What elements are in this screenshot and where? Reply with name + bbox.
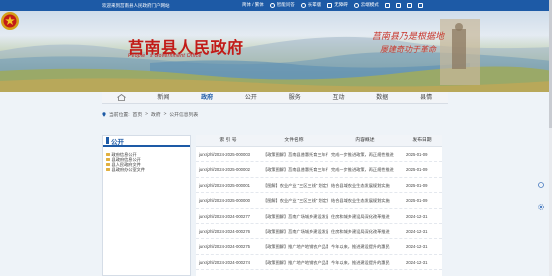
- header-banner: 莒南县人民政府 People ' s Government Office 莒南县…: [0, 11, 552, 92]
- national-emblem-icon: [1, 12, 19, 30]
- row-index-number: jurxrjzhl/2024-2025-000000: [199, 198, 250, 204]
- row-index-number: jurxrjzhl/2024-2024-000277: [199, 213, 250, 219]
- table-row[interactable]: jurxrjzhl/2024-2025-000000 【图解】农业产业 "三区三线…: [196, 193, 442, 209]
- top-links: 简体 / 繁体 智能问答 长辈版 无障碍 云端模式: [242, 2, 423, 8]
- nav-item-home[interactable]: [102, 92, 141, 103]
- elder-mode-link[interactable]: 长辈版: [300, 2, 321, 8]
- col-date: 发布日期: [412, 138, 432, 143]
- row-summary: 今年以来，推进建设提升的惠民: [331, 244, 390, 250]
- nav-item-news[interactable]: 新闻: [141, 92, 185, 103]
- col-title: 文件名称: [284, 138, 304, 143]
- share-icon[interactable]: [538, 182, 544, 188]
- smart-qa-link[interactable]: 智能问答: [269, 2, 295, 8]
- row-publish-date: 2025-01-09: [406, 152, 428, 157]
- row-summary: 结合县域农业生态发展规划实施: [331, 198, 390, 204]
- row-index-number: jurxrjzhl/2024-2025-000002: [199, 167, 250, 173]
- row-index-number: jurxrjzhl/2024-2024-000274: [199, 259, 250, 265]
- sidebar: 公开 政府信息公开 县政府信息公开 县人民政府文件 县政府办公室文件: [102, 135, 191, 276]
- row-summary: 住房和城乡建设局深化改革推进: [331, 213, 390, 219]
- site-subtitle: People ' s Government Office: [128, 53, 202, 59]
- breadcrumb: 当前位置: 首页 > 政府 > 公开信息列表: [102, 111, 198, 118]
- row-document-title[interactable]: 【图解】农业产业 "三区三线" 划定规范: [260, 178, 328, 192]
- wechat-icon[interactable]: [406, 2, 412, 8]
- top-bar: 欢迎来到莒南县人民政府门户网站 简体 / 繁体 智能问答 长辈版 无障碍 云端模…: [0, 0, 552, 11]
- row-document-title[interactable]: 【政策图解】莒南广场城乡建设发展示范县创建: [260, 224, 328, 238]
- folder-icon: [106, 157, 110, 162]
- location-pin-icon: [102, 112, 106, 117]
- app-icon[interactable]: [417, 2, 423, 8]
- elder-icon: [300, 2, 306, 8]
- mobile-icon[interactable]: [395, 2, 401, 8]
- row-document-title[interactable]: 【政策图解】莒南县普惠托育三年行动计划: [260, 147, 328, 161]
- lang-switch-link[interactable]: 简体 / 繁体: [242, 2, 264, 8]
- row-index-number: jurxrjzhl/2024-2024-000275: [199, 244, 250, 250]
- table-header: 索 引 号 文件名称 内容概述 发布日期: [196, 135, 442, 147]
- row-summary: 住房和城乡建设局深化改革推进: [331, 228, 390, 234]
- sidebar-tree: 政府信息公开 县政府信息公开 县人民政府文件 县政府办公室文件: [103, 147, 190, 172]
- row-document-title[interactable]: 【政策图解】推广地产地销农产品惠民: [260, 239, 328, 253]
- welcome-text: 欢迎来到莒南县人民政府门户网站: [102, 3, 170, 8]
- breadcrumb-current: 公开信息列表: [169, 113, 199, 118]
- row-document-title[interactable]: 【政策图解】莒南县普惠托育三年行动计划: [260, 162, 328, 176]
- accessibility-icon: [327, 2, 333, 8]
- breadcrumb-label: 当前位置:: [109, 113, 130, 118]
- row-publish-date: 2024-12-31: [406, 228, 428, 234]
- col-summary: 内容概述: [355, 138, 375, 143]
- row-publish-date: 2025-01-09: [406, 167, 428, 173]
- nav-item-service[interactable]: 服务: [273, 92, 317, 103]
- table-row[interactable]: jurxrjzhl/2024-2025-000002 【政策图解】莒南县普惠托育三…: [196, 162, 442, 178]
- nav-item-public[interactable]: 公开: [229, 92, 273, 103]
- row-publish-date: 2024-12-31: [406, 244, 428, 250]
- title-bar-icon: [106, 137, 109, 144]
- table-row[interactable]: jurxrjzhl/2024-2025-000001 【图解】农业产业 "三区三线…: [196, 178, 442, 194]
- breadcrumb-government[interactable]: 政府: [151, 111, 161, 118]
- row-summary: 完成一步推进政策，再正规性推进: [331, 167, 394, 173]
- home-icon: [117, 94, 126, 101]
- row-summary: 结合县域农业生态发展规划实施: [331, 182, 390, 188]
- row-document-title[interactable]: 【图解】农业产业 "三区三线" 划定规范: [260, 193, 328, 207]
- breadcrumb-sep: >: [145, 112, 148, 117]
- accessibility-link[interactable]: 无障碍: [327, 2, 348, 8]
- row-publish-date: 2024-12-31: [406, 213, 428, 219]
- sidebar-title: 公开: [111, 138, 124, 146]
- row-publish-date: 2025-01-09: [406, 182, 428, 188]
- cloud-mode-link[interactable]: 云端模式: [353, 2, 379, 8]
- row-summary: 今年以来，推进建设提升的惠民: [331, 259, 390, 265]
- row-publish-date: 2025-01-09: [406, 198, 428, 204]
- row-index-number: jurxrjzhl/2024-2024-000276: [199, 228, 250, 234]
- folder-icon: [106, 167, 110, 172]
- nav-item-data[interactable]: 数据: [360, 92, 404, 103]
- table-row[interactable]: jurxrjzhl/2024-2024-000275 【政策图解】推广地产地销农产…: [196, 239, 442, 255]
- folder-icon: [106, 152, 110, 157]
- row-summary: 完成一步推进政策，再正规性推进: [331, 152, 394, 157]
- nav-item-government[interactable]: 政府: [185, 92, 229, 103]
- row-document-title[interactable]: 【政策图解】莒南广场城乡建设发展示范县创建: [260, 209, 328, 223]
- table-row[interactable]: jurxrjzhl/2024-2024-000277 【政策图解】莒南广场城乡建设…: [196, 209, 442, 224]
- chat-icon: [269, 2, 275, 8]
- breadcrumb-home[interactable]: 首页: [133, 111, 143, 118]
- table-row[interactable]: jurxrjzhl/2024-2024-000276 【政策图解】莒南广场城乡建设…: [196, 224, 442, 240]
- weibo-icon[interactable]: [384, 2, 390, 8]
- sidebar-header: 公开: [103, 136, 190, 147]
- nav-item-county-info[interactable]: 县情: [404, 92, 448, 103]
- sidebar-item-office-docs[interactable]: 县政府办公室文件: [106, 167, 190, 172]
- landscape-illustration: [0, 19, 552, 92]
- info-table: 索 引 号 文件名称 内容概述 发布日期 jurxrjzhl/2024-2025…: [196, 135, 442, 276]
- calligraphy-line-1: 莒南县乃是根据地: [372, 32, 445, 42]
- main-nav: 新闻 政府 公开 服务 互动 数据 县情: [102, 92, 448, 104]
- cloud-icon: [353, 2, 359, 8]
- row-index-number: jurxrjzhl/2024-2025-000001: [199, 182, 250, 188]
- table-body: jurxrjzhl/2024-2025-000003 【政策图解】莒南县普惠托育三…: [196, 147, 442, 271]
- row-index-number: jurxrjzhl/2024-2025-000003: [199, 152, 250, 157]
- table-row[interactable]: jurxrjzhl/2024-2025-000003 【政策图解】莒南县普惠托育三…: [196, 147, 442, 163]
- table-row[interactable]: jurxrjzhl/2024-2024-000274 【政策图解】推广地产地销农产…: [196, 255, 442, 271]
- settings-icon[interactable]: [538, 204, 544, 210]
- row-publish-date: 2024-12-31: [406, 259, 428, 265]
- folder-icon: [106, 162, 110, 167]
- row-document-title[interactable]: 【政策图解】推广地产地销农产品惠民: [260, 255, 328, 269]
- nav-item-interaction[interactable]: 互动: [317, 92, 361, 103]
- col-index: 索 引 号: [219, 138, 237, 143]
- breadcrumb-sep: >: [163, 112, 167, 117]
- calligraphy-line-2: 屡建奇功于革命: [380, 45, 436, 54]
